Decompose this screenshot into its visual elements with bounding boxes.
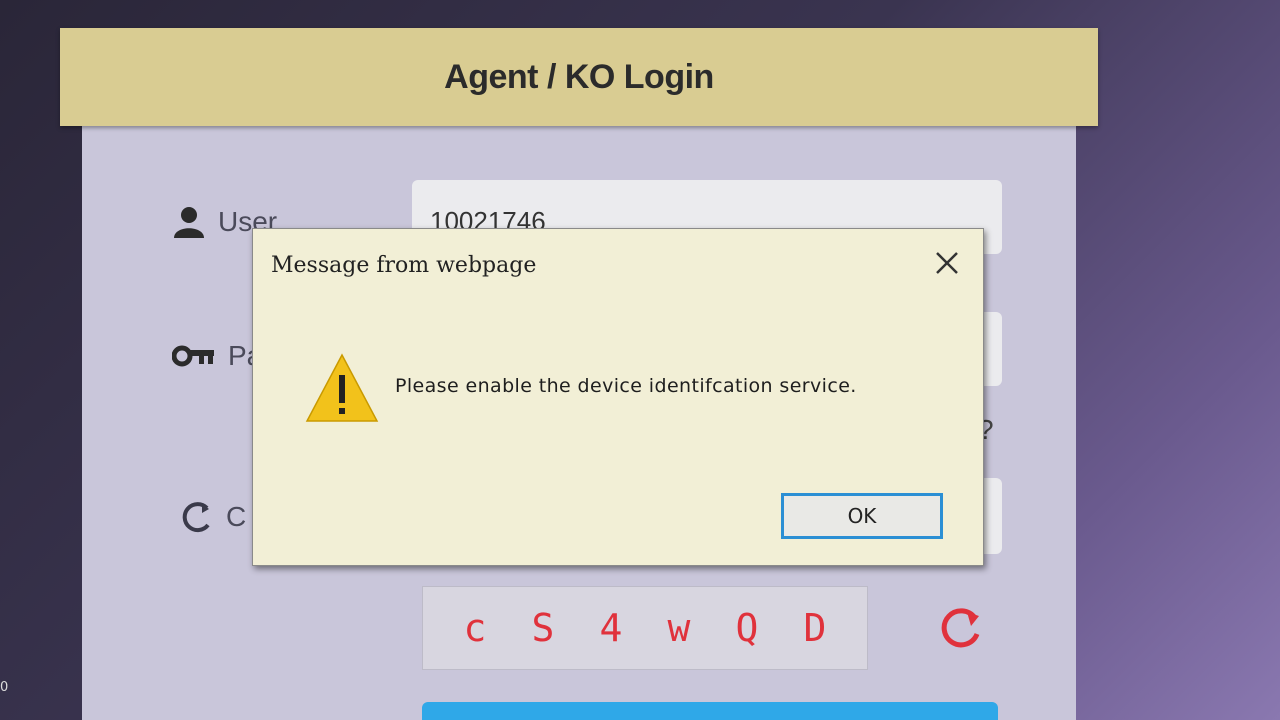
key-icon: [172, 345, 214, 367]
dialog-message: Please enable the device identifcation s…: [395, 375, 857, 397]
captcha-char: w: [667, 606, 691, 650]
page-title: Agent / KO Login: [444, 57, 714, 96]
password-label: Pa: [172, 340, 262, 372]
dialog-title: Message from webpage: [271, 253, 537, 278]
alert-dialog: Message from webpage Please enable the d…: [252, 228, 984, 566]
login-button[interactable]: [422, 702, 998, 720]
refresh-captcha-icon[interactable]: [935, 604, 985, 654]
ok-button[interactable]: OK: [781, 493, 943, 539]
warning-icon: [305, 353, 379, 422]
captcha-char: Q: [735, 606, 759, 650]
captcha-refresh-label-icon: [182, 502, 210, 533]
captcha-char: 4: [599, 606, 623, 650]
captcha-label-text: C: [226, 501, 247, 532]
close-icon[interactable]: [929, 245, 965, 281]
captcha-char: c: [463, 606, 487, 650]
login-header: Agent / KO Login: [60, 28, 1098, 126]
captcha-char: S: [531, 606, 555, 650]
screen-edge-label: 0: [0, 680, 9, 695]
captcha-char: D: [803, 606, 827, 650]
captcha-label: C: [180, 500, 246, 534]
captcha-image: c S 4 w Q D: [422, 586, 868, 670]
user-icon: [174, 207, 204, 238]
